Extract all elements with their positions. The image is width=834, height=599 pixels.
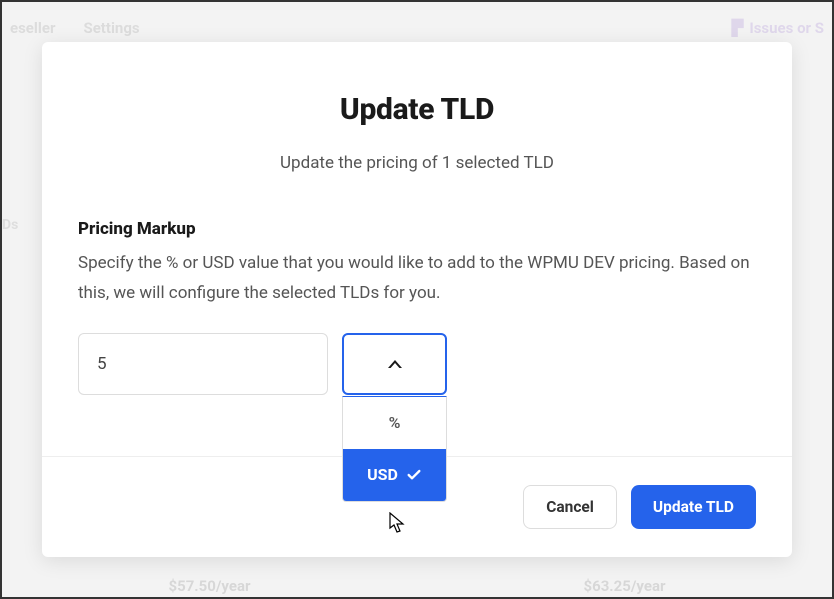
dropdown-option-label: USD [367, 465, 398, 484]
dropdown-option-usd[interactable]: USD [343, 449, 446, 501]
modal-subtitle: Update the pricing of 1 selected TLD [78, 153, 756, 173]
pricing-markup-label: Pricing Markup [78, 219, 756, 239]
check-icon [406, 467, 422, 483]
markup-unit-dropdown-menu: % USD [342, 396, 447, 502]
pricing-markup-desc: Specify the % or USD value that you woul… [78, 249, 756, 309]
cancel-button[interactable]: Cancel [523, 485, 617, 529]
dropdown-option-label: % [389, 413, 401, 432]
update-tld-modal: Update TLD Update the pricing of 1 selec… [42, 42, 792, 557]
dropdown-option-percent[interactable]: % [343, 397, 446, 449]
update-tld-button[interactable]: Update TLD [631, 485, 756, 529]
markup-value-input[interactable] [78, 333, 328, 395]
chevron-up-icon [388, 360, 402, 368]
modal-title: Update TLD [78, 92, 756, 127]
markup-unit-dropdown-toggle[interactable] [342, 333, 447, 395]
